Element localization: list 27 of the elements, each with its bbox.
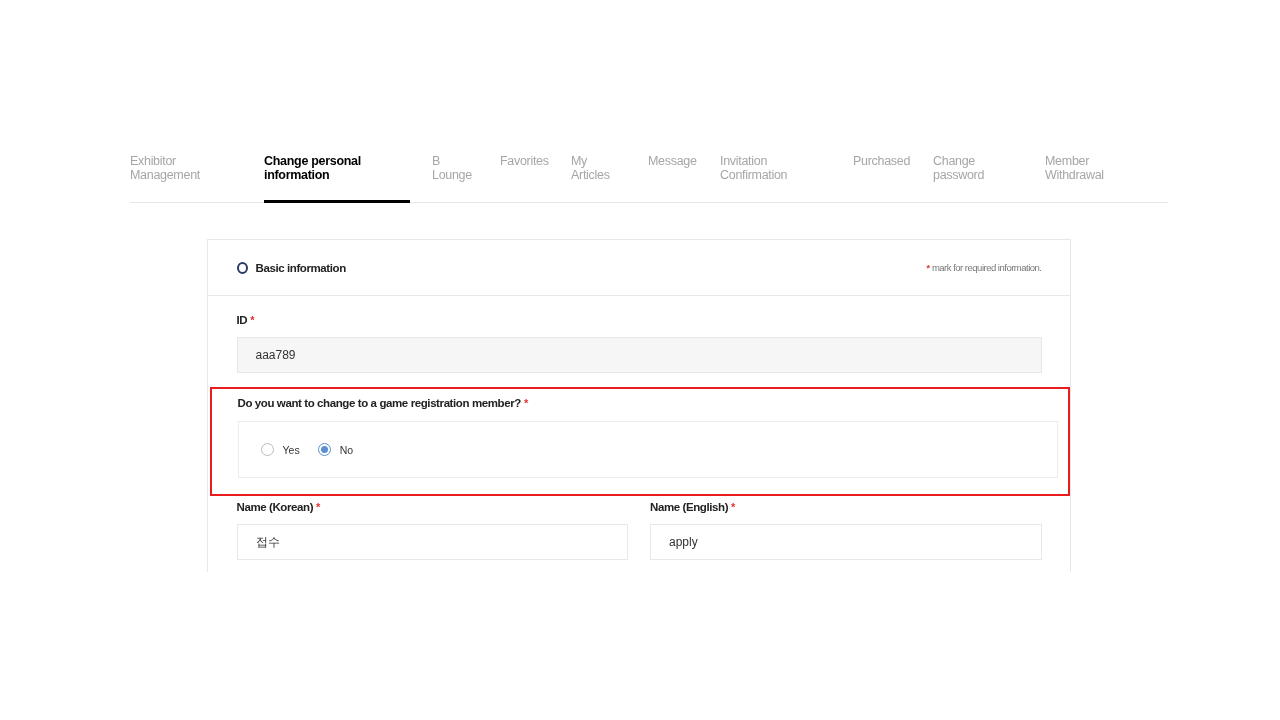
radio-label[interactable]: Yes bbox=[282, 443, 300, 456]
nav-tab[interactable]: My Articles bbox=[571, 154, 610, 203]
name-field[interactable]: apply bbox=[650, 524, 1042, 560]
nav-tab[interactable]: B Lounge bbox=[432, 154, 472, 203]
question-label: Do you want to change to a game registration member? bbox=[237, 397, 521, 409]
nav-tab[interactable]: Favorites bbox=[500, 154, 549, 203]
required-mark: * bbox=[731, 501, 736, 513]
nav-tab[interactable]: Change password bbox=[933, 154, 985, 203]
required-mark: * bbox=[926, 262, 930, 273]
field-label: ID bbox=[236, 314, 248, 326]
nav-tab[interactable]: Message bbox=[648, 154, 697, 203]
required-note: mark for required information. bbox=[931, 262, 1042, 273]
nav-tab[interactable]: Invitation Confirmation bbox=[720, 154, 788, 203]
field-label: Name (Korean) bbox=[236, 501, 314, 513]
required-mark: * bbox=[523, 397, 529, 409]
nav-tab[interactable]: Change personal information bbox=[264, 154, 410, 203]
nav-tab[interactable]: Purchased bbox=[853, 154, 911, 203]
field-label: Name (English) bbox=[650, 501, 729, 513]
required-mark: * bbox=[316, 501, 321, 513]
radio-label[interactable]: No bbox=[339, 443, 354, 456]
name-field[interactable]: 접수 bbox=[236, 524, 628, 560]
nav-tab[interactable]: Exhibitor Management bbox=[130, 154, 200, 203]
ring-icon bbox=[236, 261, 248, 274]
required-mark: * bbox=[250, 314, 255, 326]
id-field[interactable]: aaa789 bbox=[236, 337, 1042, 373]
section-title: Basic information bbox=[255, 261, 346, 274]
nav-tab[interactable]: Member Withdrawal bbox=[1045, 154, 1104, 203]
